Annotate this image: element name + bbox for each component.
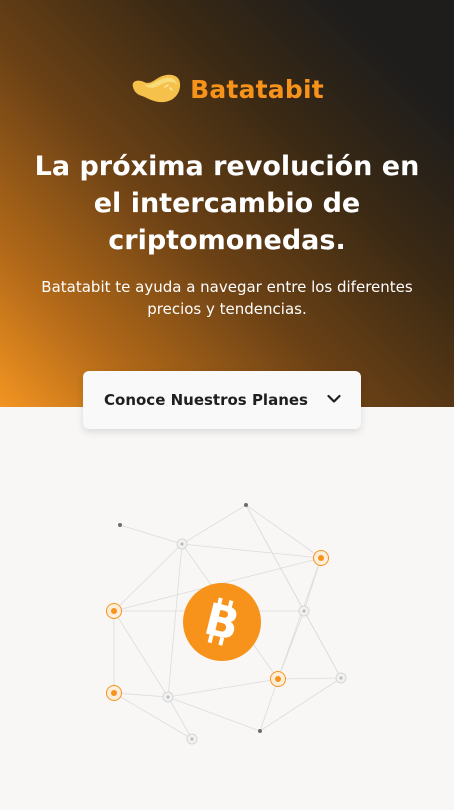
hero-headline: La próxima revolución en el intercambio … (34, 151, 420, 256)
brand-name: Batatabit (190, 74, 324, 104)
bitcoin-network-illustration: B (106, 503, 347, 745)
hero-section: Batatabit La próxima revolución en el in… (0, 0, 454, 407)
hero-subtitle: Batatabit te ayuda a navegar entre los d… (41, 278, 413, 318)
potato-logo-icon (132, 74, 181, 103)
plans-button-label: Conoce Nuestros Planes (104, 391, 308, 409)
brand-logo[interactable]: Batatabit (0, 72, 454, 106)
bitcoin-icon: B (183, 583, 261, 661)
chevron-down-icon (327, 394, 341, 403)
plans-dropdown-button[interactable]: Conoce Nuestros Planes (83, 371, 361, 429)
